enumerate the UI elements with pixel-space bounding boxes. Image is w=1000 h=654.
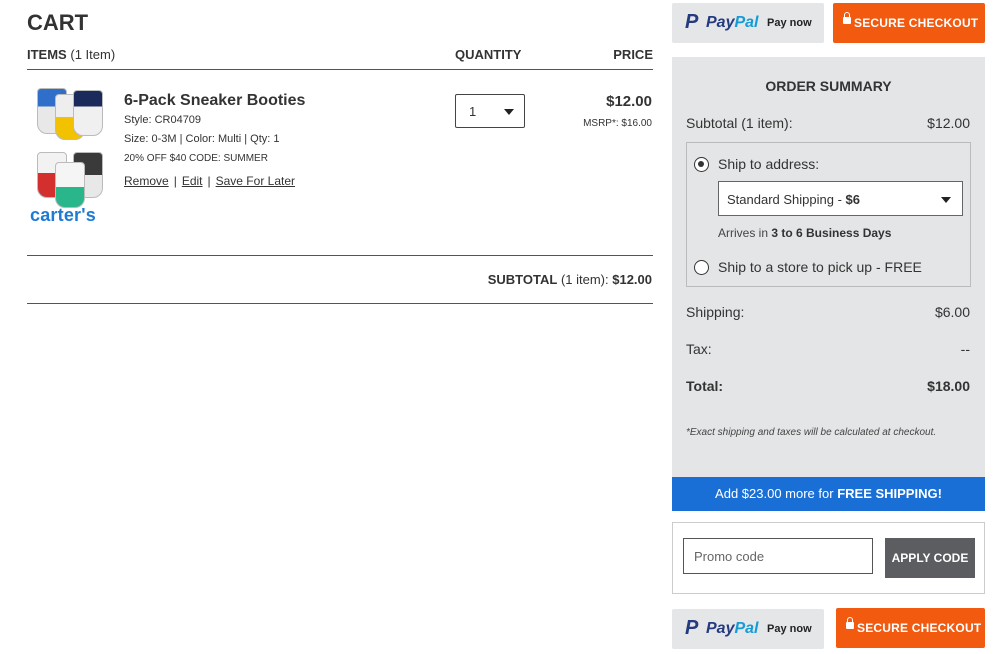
paypal-button[interactable]: P PayPal Pay now xyxy=(672,3,824,43)
apply-code-button[interactable]: APPLY CODE xyxy=(885,538,975,578)
total-label: Total: xyxy=(686,378,724,394)
divider xyxy=(27,303,653,304)
subtotal-label: SUBTOTAL xyxy=(487,272,558,287)
items-header: ITEMS (1 Item) xyxy=(27,47,115,62)
page-title: CART xyxy=(27,10,89,35)
ship-to-store-label[interactable]: Ship to a store to pick up - FREE xyxy=(718,259,922,275)
item-msrp: MSRP*: $16.00 xyxy=(583,118,652,129)
shipping-method-select[interactable]: Standard Shipping - $6 xyxy=(718,181,963,216)
ship-to-address-label[interactable]: Ship to address: xyxy=(718,156,819,172)
summary-shipping-row: Shipping: $6.00 xyxy=(686,304,970,320)
shipping-options: Ship to address: Standard Shipping - $6 … xyxy=(686,142,971,287)
tax-label: Tax: xyxy=(686,341,712,357)
promo-code-input[interactable] xyxy=(683,538,873,574)
shipping-method-value: Standard Shipping - $6 xyxy=(727,192,860,207)
quantity-value: 1 xyxy=(469,104,477,119)
cart-subtotal: SUBTOTAL (1 item): $12.00 xyxy=(488,272,652,287)
total-value: $18.00 xyxy=(927,378,970,394)
link-separator: | xyxy=(173,174,177,188)
edit-link[interactable]: Edit xyxy=(182,174,203,188)
secure-checkout-label: SECURE CHECKOUT xyxy=(854,16,979,30)
subtotal-value: $12.00 xyxy=(612,272,652,287)
quantity-select[interactable]: 1 xyxy=(455,94,525,128)
paypal-wordmark: PayPal xyxy=(706,14,759,31)
price-header: PRICE xyxy=(613,47,653,62)
ship-to-address-radio[interactable] xyxy=(694,157,709,172)
shipping-value: $6.00 xyxy=(934,304,970,320)
order-summary-title: ORDER SUMMARY xyxy=(765,78,892,94)
summary-tax-row: Tax: -- xyxy=(686,341,970,357)
chevron-down-icon xyxy=(504,109,514,115)
quantity-header: QUANTITY xyxy=(455,47,522,62)
secure-checkout-button[interactable]: SECURE CHECKOUT xyxy=(833,3,985,43)
items-count: (1 Item) xyxy=(70,47,116,62)
product-details: Size: 0-3M | Color: Multi | Qty: 1 xyxy=(124,133,280,145)
promo-code-section: APPLY CODE xyxy=(672,522,985,594)
cart-header: ITEMS (1 Item) QUANTITY PRICE xyxy=(27,46,653,70)
save-for-later-link[interactable]: Save For Later xyxy=(216,174,295,188)
items-label: ITEMS xyxy=(27,47,67,62)
link-separator: | xyxy=(207,174,211,188)
product-name[interactable]: 6-Pack Sneaker Booties xyxy=(124,92,305,110)
shipping-tax-note: *Exact shipping and taxes will be calcul… xyxy=(686,427,937,438)
item-price: $12.00 xyxy=(606,93,652,110)
item-actions: Remove | Edit | Save For Later xyxy=(124,174,295,188)
summary-subtotal-row: Subtotal (1 item): $12.00 xyxy=(686,115,970,131)
product-promo: 20% OFF $40 CODE: SUMMER xyxy=(124,153,268,164)
paypal-pay-now-label: Pay now xyxy=(767,623,812,635)
summary-subtotal-value: $12.00 xyxy=(927,115,970,131)
free-shipping-banner: Add $23.00 more for FREE SHIPPING! xyxy=(672,477,985,511)
shipping-label: Shipping: xyxy=(686,304,745,320)
lock-icon xyxy=(843,12,851,24)
delivery-estimate: Arrives in 3 to 6 Business Days xyxy=(718,226,892,240)
summary-total-row: Total: $18.00 xyxy=(686,378,970,394)
secure-checkout-label: SECURE CHECKOUT xyxy=(857,621,982,635)
subtotal-count: (1 item): xyxy=(560,272,609,287)
order-summary-panel: ORDER SUMMARY Subtotal (1 item): $12.00 … xyxy=(672,57,985,477)
secure-checkout-button-bottom[interactable]: SECURE CHECKOUT xyxy=(836,608,985,648)
paypal-button-bottom[interactable]: P PayPal Pay now xyxy=(672,609,824,649)
paypal-icon: P xyxy=(685,617,699,639)
paypal-wordmark: PayPal xyxy=(706,620,759,637)
sock-navy xyxy=(73,90,103,136)
brand-logo: carter's xyxy=(30,205,96,225)
divider xyxy=(27,255,653,256)
summary-subtotal-label: Subtotal (1 item): xyxy=(686,115,793,131)
ship-to-store-radio[interactable] xyxy=(694,260,709,275)
lock-icon xyxy=(846,617,854,629)
sock-teal xyxy=(55,162,85,208)
tax-value: -- xyxy=(960,341,970,357)
paypal-icon: P xyxy=(685,11,699,33)
remove-link[interactable]: Remove xyxy=(124,174,169,188)
chevron-down-icon xyxy=(941,197,951,203)
paypal-pay-now-label: Pay now xyxy=(767,17,812,29)
product-style: Style: CR04709 xyxy=(124,114,202,126)
